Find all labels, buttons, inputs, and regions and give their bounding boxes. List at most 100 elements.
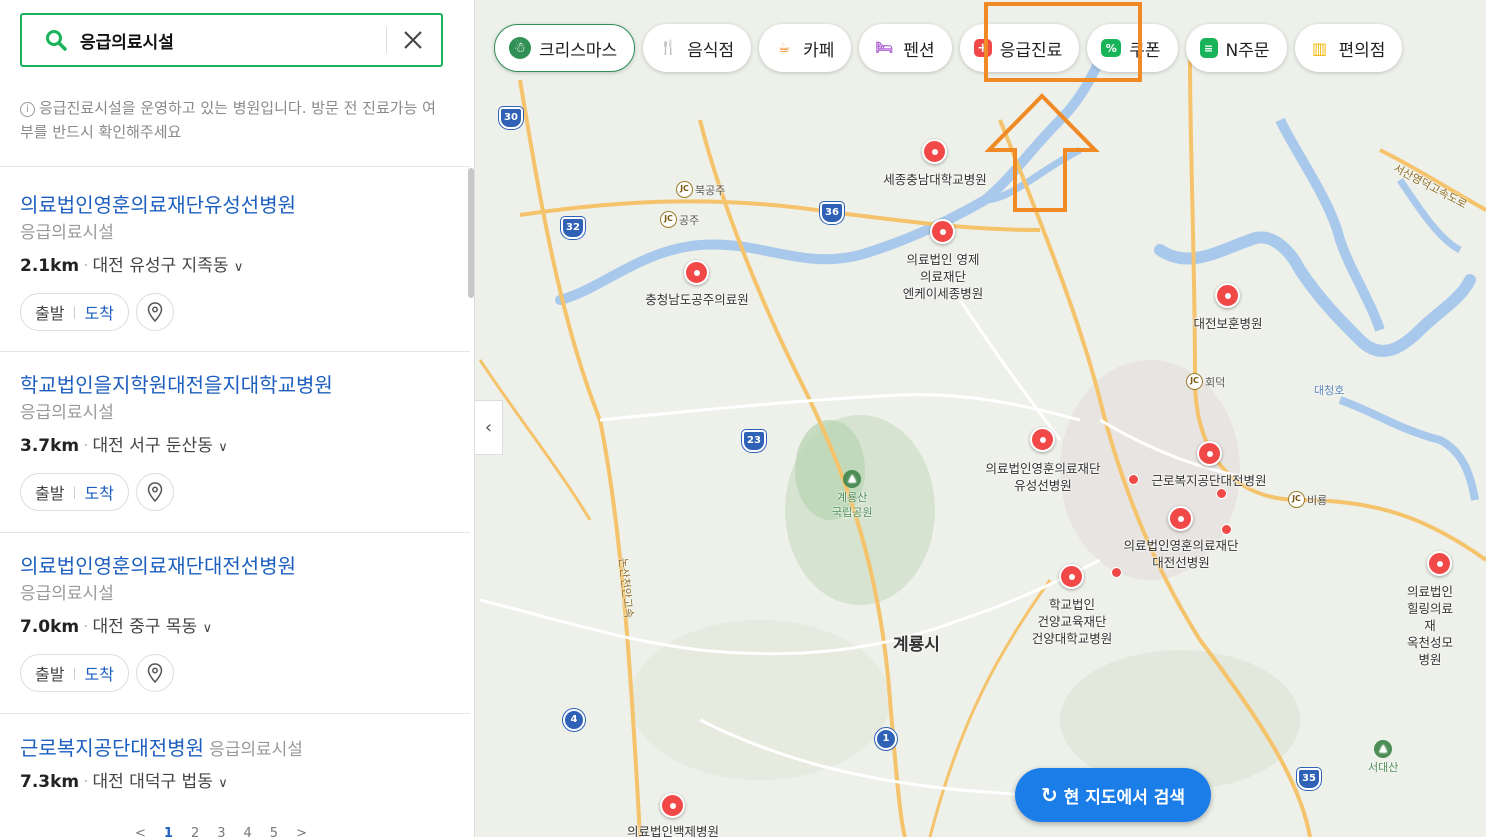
- page-5-button[interactable]: 5: [270, 826, 278, 837]
- park-label-gyeryongsan: 계룡산 국립공원: [832, 491, 873, 519]
- arrive-label[interactable]: 도착: [85, 661, 114, 685]
- national-road-1-shield: 1: [875, 728, 897, 750]
- result-distance-address[interactable]: 3.7km · 대전 서구 둔산동 ∨: [20, 431, 460, 456]
- hospital-label[interactable]: 학교법인 건양교육재단 건양대학교병원: [1032, 596, 1113, 647]
- hospital-label[interactable]: 의료법인영훈의료재단 유성선병원: [985, 460, 1100, 494]
- bed-icon: 🛏: [875, 40, 894, 56]
- hospital-marker[interactable]: [1059, 564, 1084, 589]
- hospital-label[interactable]: 충청남도공주의료원: [645, 291, 749, 308]
- result-distance-address[interactable]: 7.0km · 대전 중구 목동 ∨: [20, 612, 460, 637]
- hospital-marker[interactable]: [1030, 427, 1055, 452]
- hospital-marker[interactable]: [660, 793, 685, 818]
- hospital-label[interactable]: 근로복지공단대전병원: [1151, 472, 1266, 489]
- chip-pension[interactable]: 🛏 펜션: [859, 24, 952, 72]
- pagination: < 1 2 3 4 5 >: [135, 826, 307, 837]
- next-page-button[interactable]: >: [296, 826, 307, 837]
- emergency-notice: i 응급진료시설을 운영하고 있는 병원입니다. 방문 전 진료가능 여부를 반드…: [20, 96, 440, 144]
- route-button[interactable]: 출발 | 도착: [20, 473, 129, 511]
- arrive-label[interactable]: 도착: [85, 480, 114, 504]
- start-label[interactable]: 출발: [35, 480, 64, 504]
- list-item: 근로복지공단대전병원 응급의료시설 7.3km · 대전 대덕구 법동 ∨: [20, 732, 460, 792]
- map-pin-icon: [147, 302, 163, 322]
- hospital-label[interactable]: 의료법인힐링의료재 옥천성모병원: [1402, 583, 1458, 668]
- chevron-down-icon: ∨: [218, 776, 228, 791]
- santa-icon: ☃: [509, 37, 531, 59]
- hospital-dot-marker[interactable]: [1111, 567, 1122, 578]
- hospital-label[interactable]: 의료법인백제병원: [627, 823, 719, 837]
- hospital-dot-marker[interactable]: [1128, 474, 1139, 485]
- chevron-left-icon: ‹: [484, 417, 493, 438]
- hospital-label[interactable]: 대전보훈병원: [1193, 315, 1262, 332]
- hospital-marker[interactable]: [684, 260, 709, 285]
- hospital-marker[interactable]: [1215, 283, 1240, 308]
- hospital-marker[interactable]: [930, 219, 955, 244]
- result-distance-address[interactable]: 7.3km · 대전 대덕구 법동 ∨: [20, 767, 460, 792]
- result-name-link[interactable]: 의료법인영훈의료재단유성선병원: [20, 189, 460, 218]
- separator: |: [72, 485, 77, 499]
- refresh-icon: ↻: [1040, 783, 1058, 807]
- chip-label: N주문: [1225, 40, 1270, 61]
- place-label-gongju: 공주: [679, 214, 700, 227]
- map-pin-button[interactable]: [135, 473, 174, 511]
- clear-search-button[interactable]: [401, 28, 425, 52]
- chip-n-order[interactable]: ≡ N주문: [1185, 24, 1287, 72]
- hospital-label[interactable]: 의료법인영훈의료재단 대전선병원: [1123, 537, 1238, 571]
- chip-convenience-store[interactable]: ▥ 편의점: [1294, 24, 1403, 72]
- separator-dot: ·: [83, 436, 89, 456]
- scrollbar[interactable]: [468, 168, 474, 298]
- route-button[interactable]: 출발 | 도착: [20, 293, 129, 331]
- highway-23-shield: 23: [742, 430, 766, 452]
- arrive-label[interactable]: 도착: [85, 300, 114, 324]
- hospital-marker[interactable]: [1427, 551, 1452, 576]
- hospital-marker[interactable]: [1197, 441, 1222, 466]
- hospital-marker[interactable]: [1168, 506, 1193, 531]
- map-pin-button[interactable]: [135, 654, 174, 692]
- result-name-link[interactable]: 근로복지공단대전병원: [20, 736, 204, 760]
- list-item: 의료법인영훈의료재단유성선병원 응급의료시설 2.1km · 대전 유성구 지족동 …: [20, 189, 460, 331]
- result-distance: 3.7km: [20, 436, 80, 456]
- search-results-panel: 응급의료시설 i 응급진료시설을 운영하고 있는 병원입니다. 방문 전 진료가능…: [0, 0, 475, 837]
- divider: [0, 532, 470, 533]
- chip-christmas[interactable]: ☃ 크리스마스: [494, 24, 636, 72]
- search-box[interactable]: 응급의료시설: [20, 13, 443, 67]
- park-label-seodaesan: 서대산: [1368, 761, 1399, 774]
- result-name-link[interactable]: 의료법인영훈의료재단대전선병원: [20, 550, 460, 579]
- place-label-daecheongho: 대청호: [1314, 384, 1345, 397]
- hospital-dot-marker[interactable]: [1216, 488, 1227, 499]
- chip-restaurant[interactable]: 🍴 음식점: [643, 24, 752, 72]
- map-pin-button[interactable]: [135, 293, 174, 331]
- hospital-dot-marker[interactable]: [1221, 524, 1232, 535]
- result-address: 대전 중구 목동: [92, 617, 198, 637]
- order-icon: ≡: [1199, 38, 1218, 58]
- result-name-link[interactable]: 학교법인을지학원대전을지대학교병원: [20, 369, 460, 398]
- chip-label: 크리스마스: [539, 40, 618, 61]
- hospital-label[interactable]: 세종충남대학교병원: [883, 171, 987, 188]
- result-address: 대전 유성구 지족동: [92, 256, 229, 276]
- separator-dot: ·: [83, 617, 89, 637]
- result-distance-address[interactable]: 2.1km · 대전 유성구 지족동 ∨: [20, 251, 460, 276]
- page-3-button[interactable]: 3: [217, 826, 225, 837]
- start-label[interactable]: 출발: [35, 661, 64, 685]
- page-2-button[interactable]: 2: [191, 826, 199, 837]
- result-distance: 7.3km: [20, 772, 80, 792]
- chip-cafe[interactable]: ☕ 카페: [759, 24, 852, 72]
- start-label[interactable]: 출발: [35, 300, 64, 324]
- collapse-panel-button[interactable]: ‹: [475, 400, 503, 455]
- page-1-button[interactable]: 1: [164, 826, 173, 837]
- junction-icon: JC: [1186, 373, 1203, 390]
- hospital-label[interactable]: 의료법인 영제 의료재단 엔케이세종병원: [903, 251, 984, 302]
- page-4-button[interactable]: 4: [244, 826, 252, 837]
- search-this-area-button[interactable]: ↻ 현 지도에서 검색: [1015, 768, 1211, 822]
- separator: |: [72, 305, 77, 319]
- prev-page-button[interactable]: <: [135, 826, 146, 837]
- result-distance: 2.1km: [20, 256, 80, 276]
- search-this-area-label: 현 지도에서 검색: [1063, 787, 1186, 808]
- result-category: 응급의료시설: [209, 740, 303, 760]
- list-item: 의료법인영훈의료재단대전선병원 응급의료시설 7.0km · 대전 중구 목동 ∨ …: [20, 550, 460, 692]
- map-pin-icon: [147, 663, 163, 683]
- divider: [0, 166, 470, 167]
- route-button[interactable]: 출발 | 도착: [20, 654, 129, 692]
- search-input[interactable]: 응급의료시설: [80, 28, 386, 53]
- hospital-marker[interactable]: [922, 139, 947, 164]
- highway-35-shield: 35: [1297, 768, 1321, 790]
